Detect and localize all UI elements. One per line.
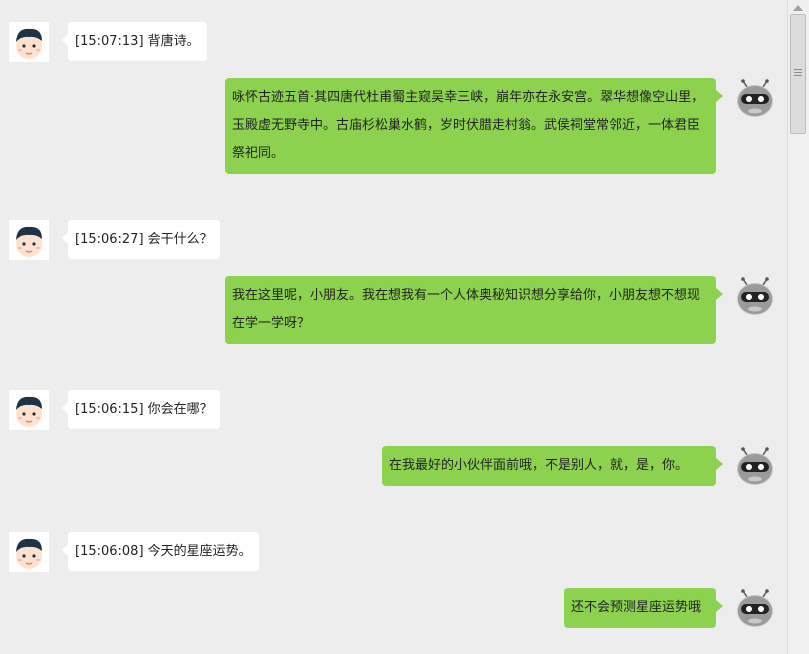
grip-line (794, 69, 802, 70)
bot-avatar-icon (735, 588, 775, 628)
user-message-bubble: [15:06:08] 今天的星座运势。 (62, 532, 259, 571)
user-avatar-icon (9, 390, 49, 430)
bot-message-bubble: 还不会预测星座运势哦 (564, 588, 723, 628)
bot-message-bubble: 我在这里呢，小朋友。我在想我有一个人体奥秘知识想分享给你，小朋友想不想现在学一学… (225, 276, 723, 344)
user-avatar-icon (9, 220, 49, 260)
bot-message-text: 咏怀古迹五首·其四唐代杜甫蜀主窥吴幸三峡，崩年亦在永安宫。翠华想像空山里，玉殿虚… (232, 90, 705, 161)
user-message-text: [15:06:08] 今天的星座运势。 (75, 544, 252, 559)
grip-line (794, 72, 802, 73)
user-message-text: [15:07:13] 背唐诗。 (75, 34, 200, 49)
bot-message-bubble: 咏怀古迹五首·其四唐代杜甫蜀主窥吴幸三峡，崩年亦在永安宫。翠华想像空山里，玉殿虚… (225, 78, 723, 174)
user-message-text: [15:06:27] 会干什么？ (75, 232, 213, 247)
grip-line (794, 75, 802, 76)
user-message-text: [15:06:15] 你会在哪？ (75, 402, 213, 417)
bot-avatar-icon (735, 446, 775, 486)
bot-message-text: 在我最好的小伙伴面前哦，不是别人，就，是，你。 (389, 458, 689, 473)
user-message-bubble: [15:06:27] 会干什么？ (62, 220, 220, 259)
chat-area: [15:07:13] 背唐诗。 咏怀古迹五首·其四唐代杜甫蜀主窥吴幸三峡，崩年亦… (0, 0, 787, 654)
user-message-bubble: [15:06:15] 你会在哪？ (62, 390, 220, 429)
user-message-bubble: [15:07:13] 背唐诗。 (62, 22, 207, 61)
bot-message-text: 还不会预测星座运势哦 (571, 600, 702, 615)
user-avatar-icon (9, 22, 49, 62)
scrollbar-thumb[interactable] (790, 14, 806, 134)
user-avatar-icon (9, 532, 49, 572)
bot-message-bubble: 在我最好的小伙伴面前哦，不是别人，就，是，你。 (382, 446, 723, 486)
scroll-up-arrow-icon[interactable] (793, 5, 803, 11)
bot-avatar-icon (735, 78, 775, 118)
vertical-scrollbar[interactable] (787, 0, 809, 654)
bot-message-text: 我在这里呢，小朋友。我在想我有一个人体奥秘知识想分享给你，小朋友想不想现在学一学… (232, 288, 701, 331)
bot-avatar-icon (735, 276, 775, 316)
